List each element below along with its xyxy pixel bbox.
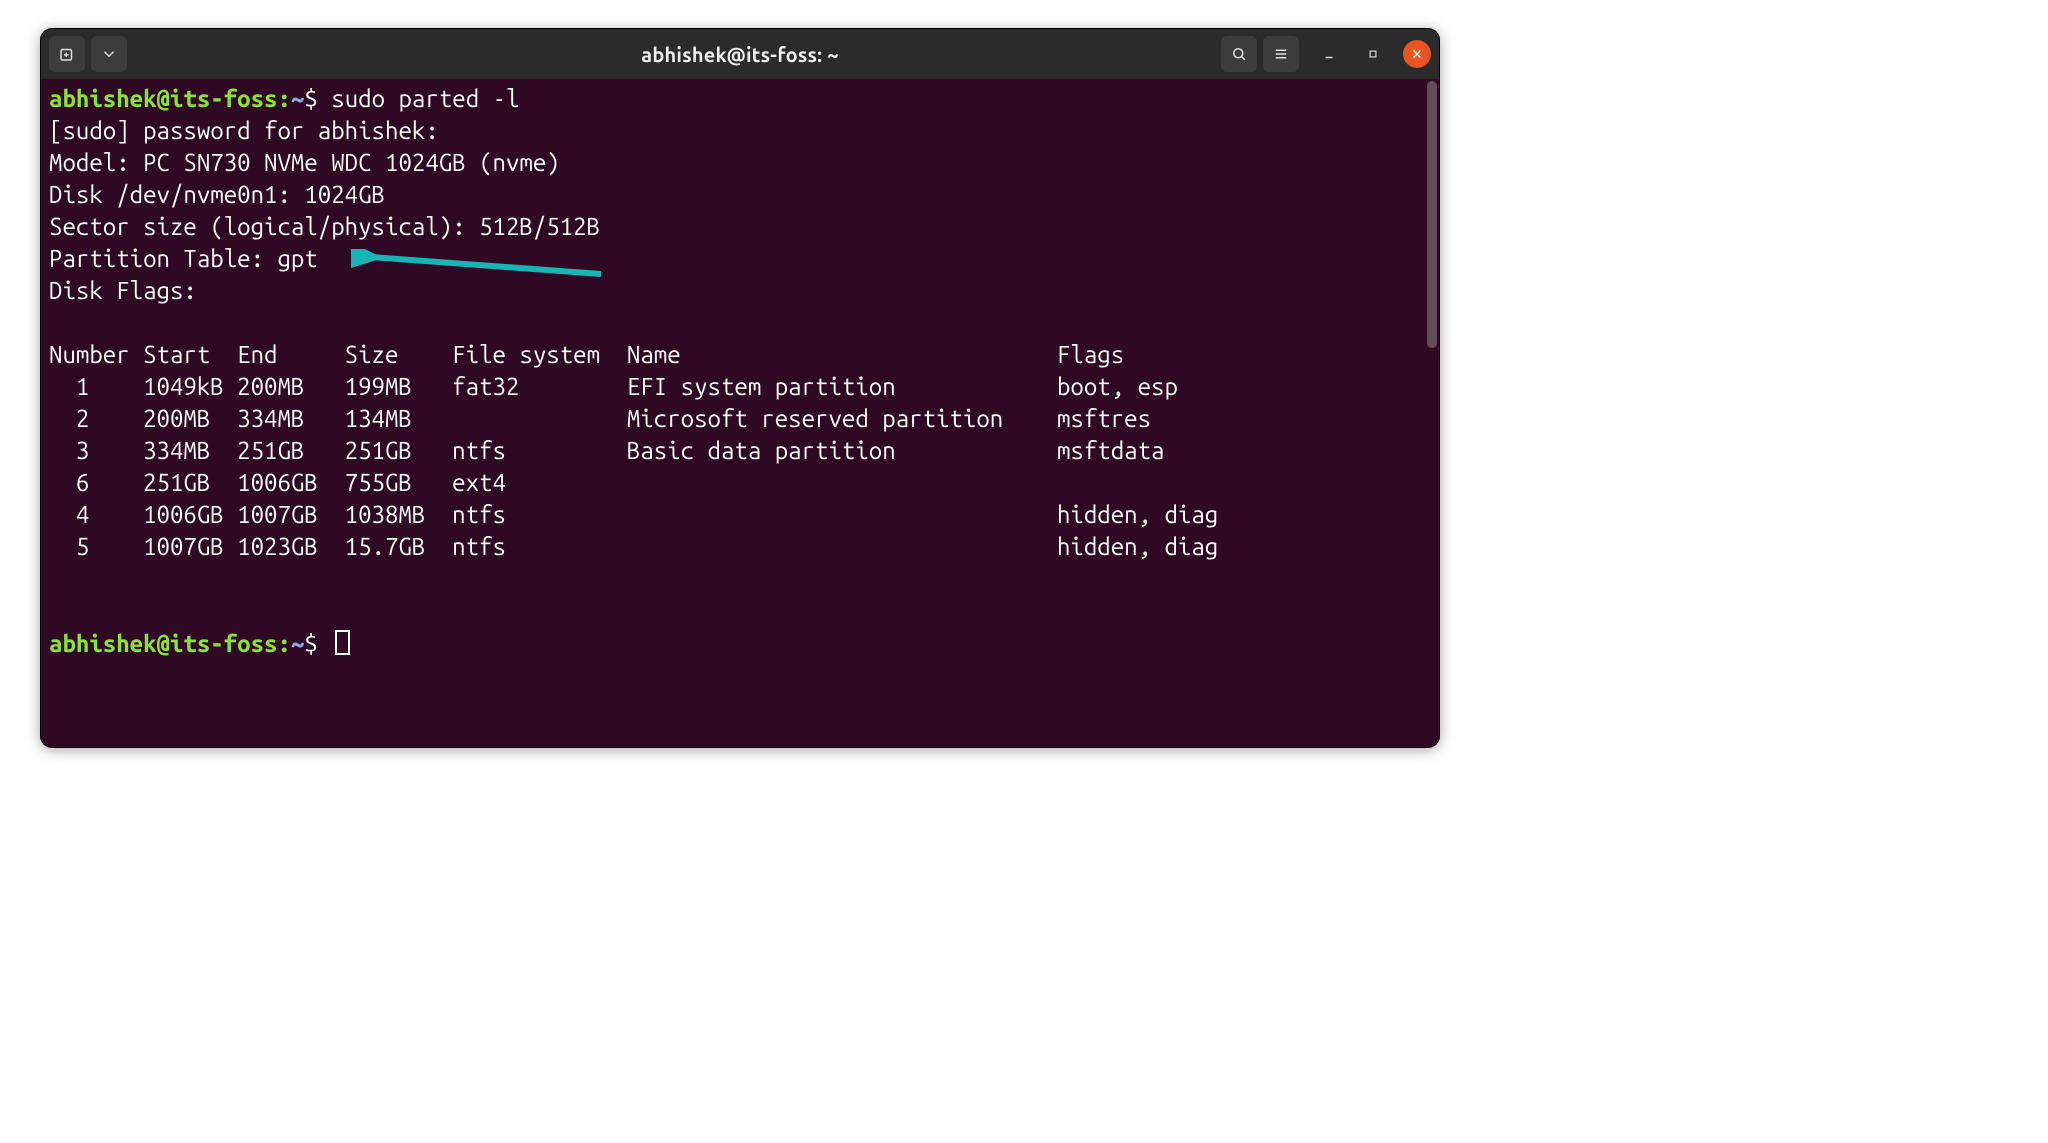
td-fs: fat32 bbox=[452, 371, 627, 403]
td-number: 5 bbox=[62, 531, 89, 563]
minimize-button[interactable] bbox=[1315, 40, 1343, 68]
output-sudo: [sudo] password for abhishek: bbox=[49, 117, 439, 144]
chevron-down-icon bbox=[100, 45, 118, 63]
prompt-user-host: abhishek@its-foss bbox=[49, 630, 277, 657]
td-flags: msftres bbox=[1057, 403, 1151, 435]
td-name: Microsoft reserved partition bbox=[627, 403, 1057, 435]
titlebar-right-group bbox=[1221, 36, 1431, 72]
th-name: Name bbox=[627, 339, 1057, 371]
prompt-symbol: $ bbox=[304, 85, 317, 112]
td-number: 3 bbox=[62, 435, 89, 467]
search-button[interactable] bbox=[1221, 36, 1257, 72]
maximize-button[interactable] bbox=[1359, 40, 1387, 68]
output-disk: Disk /dev/nvme0n1: 1024GB bbox=[49, 181, 385, 208]
td-start: 1007GB bbox=[143, 531, 237, 563]
table-row: 2 200MB334MB134MB Microsoft reserved parti… bbox=[49, 405, 1151, 432]
td-name: EFI system partition bbox=[627, 371, 1057, 403]
prompt-line-2: abhishek@its-foss:~$ bbox=[49, 630, 350, 657]
td-flags: hidden, diag bbox=[1057, 531, 1218, 563]
output-sector: Sector size (logical/physical): 512B/512… bbox=[49, 213, 600, 240]
output-model: Model: PC SN730 NVMe WDC 1024GB (nvme) bbox=[49, 149, 560, 176]
titlebar: abhishek@its-foss: ~ bbox=[41, 29, 1439, 79]
terminal-body[interactable]: abhishek@its-foss:~$ sudo parted -l [sud… bbox=[41, 79, 1439, 747]
table-row: 3334MB251GB251GBntfsBasic data partition… bbox=[49, 437, 1165, 464]
table-row: 1 1049kB200MB199MBfat32EFI system partiti… bbox=[49, 373, 1178, 400]
prompt-line-1: abhishek@its-foss:~$ sudo parted -l bbox=[49, 85, 519, 112]
th-start: Start bbox=[143, 339, 237, 371]
td-end: 1023GB bbox=[237, 531, 345, 563]
td-end: 251GB bbox=[237, 435, 345, 467]
prompt-path: ~ bbox=[291, 85, 304, 112]
td-end: 200MB bbox=[237, 371, 345, 403]
td-size: 251GB bbox=[345, 435, 453, 467]
minimize-icon bbox=[1322, 47, 1336, 61]
td-flags: msftdata bbox=[1057, 435, 1165, 467]
prompt-path: ~ bbox=[291, 630, 304, 657]
cursor bbox=[335, 630, 349, 655]
td-number: 2 bbox=[62, 403, 89, 435]
td-fs: ntfs bbox=[452, 531, 627, 563]
output-ptable: Partition Table: gpt bbox=[49, 245, 318, 272]
td-number: 1 bbox=[62, 371, 89, 403]
terminal-window: abhishek@its-foss: ~ bbox=[40, 28, 1440, 748]
command-text: sudo parted -l bbox=[331, 85, 519, 112]
td-name: Basic data partition bbox=[627, 435, 1057, 467]
table-row: 4 1006GB1007GB1038MBntfs hidden, diag bbox=[49, 501, 1218, 528]
prompt-colon: : bbox=[277, 630, 290, 657]
td-flags: hidden, diag bbox=[1057, 499, 1218, 531]
td-end: 1006GB bbox=[237, 467, 345, 499]
th-fs: File system bbox=[452, 339, 627, 371]
td-start: 1006GB bbox=[143, 499, 237, 531]
menu-button[interactable] bbox=[1263, 36, 1299, 72]
td-start: 334MB bbox=[143, 435, 237, 467]
prompt-colon: : bbox=[277, 85, 290, 112]
tab-dropdown-button[interactable] bbox=[91, 36, 127, 72]
td-end: 1007GB bbox=[237, 499, 345, 531]
td-start: 251GB bbox=[143, 467, 237, 499]
th-flags: Flags bbox=[1057, 339, 1124, 371]
maximize-icon bbox=[1366, 47, 1380, 61]
close-button[interactable] bbox=[1403, 40, 1431, 68]
td-fs: ntfs bbox=[452, 435, 627, 467]
close-icon bbox=[1410, 47, 1424, 61]
prompt-symbol: $ bbox=[304, 630, 317, 657]
table-header-row: NumberStartEndSizeFile systemNameFlags bbox=[49, 341, 1124, 368]
th-number: Number bbox=[49, 339, 143, 371]
table-row: 5 1007GB1023GB15.7GBntfs hidden, diag bbox=[49, 533, 1218, 560]
terminal-body-wrap: abhishek@its-foss:~$ sudo parted -l [sud… bbox=[41, 79, 1439, 747]
td-end: 334MB bbox=[237, 403, 345, 435]
th-size: Size bbox=[345, 339, 453, 371]
hamburger-icon bbox=[1272, 45, 1290, 63]
td-size: 755GB bbox=[345, 467, 453, 499]
td-fs: ext4 bbox=[452, 467, 627, 499]
td-flags: boot, esp bbox=[1057, 371, 1178, 403]
td-size: 1038MB bbox=[345, 499, 453, 531]
scrollbar-thumb[interactable] bbox=[1427, 81, 1437, 348]
th-end: End bbox=[237, 339, 345, 371]
td-size: 134MB bbox=[345, 403, 453, 435]
td-number: 6 bbox=[62, 467, 89, 499]
td-size: 199MB bbox=[345, 371, 453, 403]
td-start: 1049kB bbox=[143, 371, 237, 403]
table-row: 6 251GB1006GB755GBext4 bbox=[49, 469, 1057, 496]
td-start: 200MB bbox=[143, 403, 237, 435]
prompt-user-host: abhishek@its-foss bbox=[49, 85, 277, 112]
td-fs: ntfs bbox=[452, 499, 627, 531]
td-number: 4 bbox=[62, 499, 89, 531]
td-size: 15.7GB bbox=[345, 531, 453, 563]
search-icon bbox=[1230, 45, 1248, 63]
titlebar-left-group bbox=[49, 36, 127, 72]
output-dflags: Disk Flags: bbox=[49, 277, 197, 304]
new-tab-button[interactable] bbox=[49, 36, 85, 72]
new-tab-icon bbox=[58, 45, 76, 63]
